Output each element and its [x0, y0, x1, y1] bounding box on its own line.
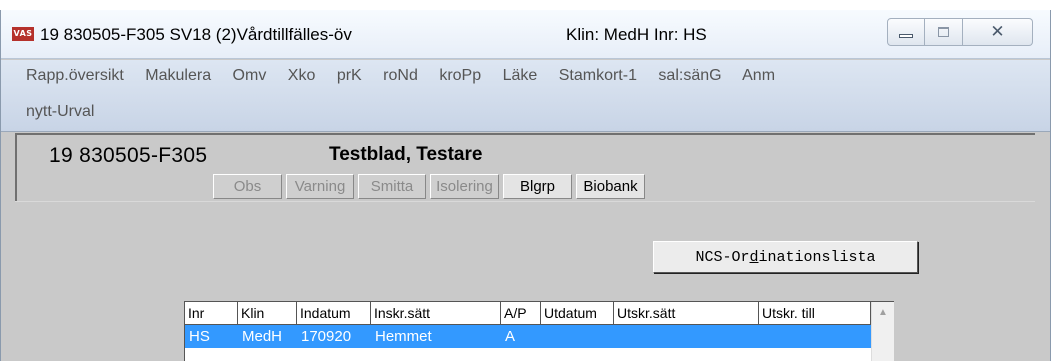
menu-item-makulera[interactable]: Makulera — [145, 67, 211, 84]
patient-id: 19 830505-F305 — [49, 144, 208, 167]
cell-klin: MedH — [242, 328, 283, 345]
flag-isolering-button[interactable]: Isolering — [430, 174, 499, 199]
cell-utdatum — [541, 325, 614, 348]
divider — [15, 201, 1035, 202]
minimize-button[interactable] — [887, 18, 925, 46]
close-button[interactable]: ✕ — [963, 18, 1033, 46]
maximize-button[interactable] — [925, 18, 963, 46]
vertical-scrollbar[interactable]: ▲ — [871, 302, 894, 361]
scroll-up-button[interactable]: ▲ — [872, 302, 894, 323]
table-header: Inr Klin Indatum Inskr.sätt A/P Utdatum … — [185, 302, 871, 325]
menu-item-prk[interactable]: prK — [337, 67, 362, 84]
application-window: VAS 19 830505-F305 SV18 (2)Vårdtillfälle… — [0, 10, 1051, 361]
menu-item-rapp-oversikt[interactable]: Rapp.översikt — [26, 67, 124, 84]
column-header-inr[interactable]: Inr — [185, 302, 238, 325]
ncs-ordinationslista-button[interactable]: NCS-Or d inationslista — [653, 241, 918, 273]
patient-name: Testblad, Testare — [329, 144, 483, 165]
maximize-icon — [938, 27, 949, 37]
chevron-up-icon: ▲ — [878, 307, 888, 318]
menu-item-nytt-urval[interactable]: nytt-Urval — [26, 103, 94, 121]
minimize-icon — [899, 34, 913, 38]
window-title-context: Klin: MedH Inr: HS — [566, 25, 707, 44]
flag-smitta-button[interactable]: Smitta — [358, 174, 426, 199]
title-bar[interactable]: VAS 19 830505-F305 SV18 (2)Vårdtillfälle… — [1, 10, 1050, 59]
column-header-inskr-satt[interactable]: Inskr.sätt — [371, 302, 501, 325]
menu-item-lake[interactable]: Läke — [503, 67, 538, 84]
ncs-button-mnemonic: d — [749, 248, 759, 266]
flag-obs-button[interactable]: Obs — [213, 174, 282, 199]
close-icon: ✕ — [990, 22, 1005, 42]
menu-item-anm[interactable]: Anm — [742, 67, 775, 84]
cell-utskr-till — [759, 325, 871, 348]
table-row-selected[interactable]: HS MedH 170920 Hemmet A — [185, 325, 871, 348]
ncs-button-label-start: NCS-Or — [695, 248, 750, 266]
menu-item-sal-sang[interactable]: sal:sänG — [658, 67, 721, 84]
cell-indatum: 170920 — [301, 328, 352, 345]
menu-item-stamkort[interactable]: Stamkort-1 — [559, 67, 637, 84]
cell-ap: A — [505, 328, 516, 345]
column-header-utskr-satt[interactable]: Utskr.sätt — [614, 302, 759, 325]
patient-header: 19 830505-F305 Testblad, Testare Obs Var… — [15, 133, 1035, 201]
window-controls: ✕ — [887, 18, 1033, 46]
cell-utskr-satt — [614, 325, 759, 348]
ncs-button-label-end: inationslista — [758, 248, 876, 266]
menu-bar: Rapp.översikt Makulera Omv Xko prK roNd … — [1, 60, 1050, 132]
cell-inskr-satt: Hemmet — [375, 328, 432, 345]
column-header-indatum[interactable]: Indatum — [297, 302, 371, 325]
column-header-klin[interactable]: Klin — [238, 302, 297, 325]
menu-item-rond[interactable]: roNd — [383, 67, 418, 84]
app-logo-icon: VAS — [12, 27, 34, 41]
column-header-ap[interactable]: A/P — [501, 302, 541, 325]
column-header-utdatum[interactable]: Utdatum — [541, 302, 614, 325]
flag-biobank-button[interactable]: Biobank — [576, 174, 645, 199]
column-header-utskr-till[interactable]: Utskr. till — [759, 302, 871, 325]
menu-item-xko[interactable]: Xko — [288, 67, 316, 84]
menu-row-1: Rapp.översikt Makulera Omv Xko prK roNd … — [26, 67, 792, 85]
menu-item-kropp[interactable]: kroPp — [439, 67, 481, 84]
flag-blgrp-button[interactable]: Blgrp — [503, 174, 572, 199]
patient-flags: Obs Varning Smitta Isolering Blgrp Bioba… — [213, 174, 645, 199]
menu-item-omv[interactable]: Omv — [233, 67, 267, 84]
window-title: 19 830505-F305 SV18 (2)Vårdtillfälles-öv — [40, 25, 352, 44]
cell-inr: HS — [189, 328, 210, 345]
flag-varning-button[interactable]: Varning — [286, 174, 354, 199]
care-episodes-table: Inr Klin Indatum Inskr.sätt A/P Utdatum … — [184, 301, 894, 361]
